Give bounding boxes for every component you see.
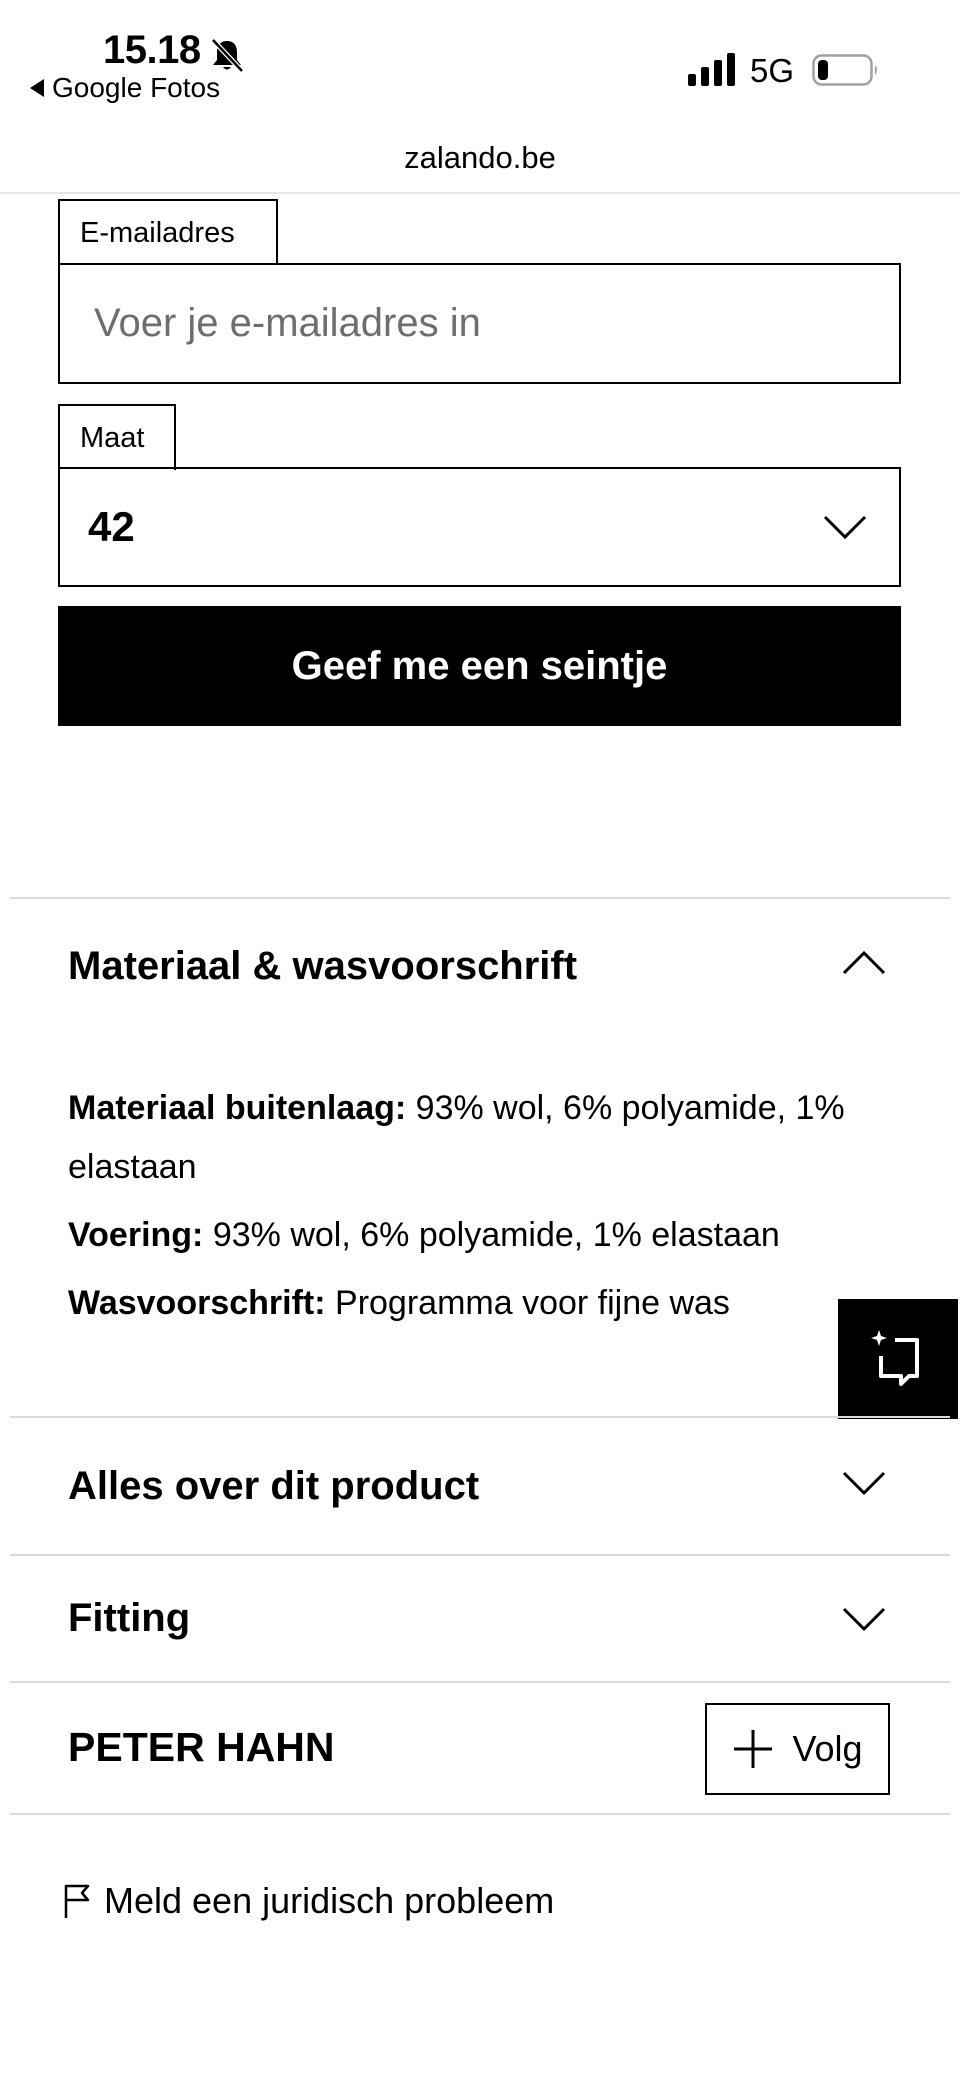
chevron-down-icon xyxy=(842,1471,886,1496)
spec-value: Programma voor fijne was xyxy=(335,1284,730,1322)
network-type: 5G xyxy=(750,52,795,89)
chevron-down-icon xyxy=(842,1607,886,1632)
follow-label: Volg xyxy=(792,1728,863,1769)
size-select[interactable]: 42 xyxy=(58,467,901,587)
url-divider xyxy=(0,192,960,194)
spec-label: Materiaal buitenlaag: xyxy=(68,1089,407,1127)
report-legal-issue-link[interactable]: Meld een juridisch probleem xyxy=(62,1880,554,1922)
spec-outer-material: Materiaal buitenlaag: 93% wol, 6% polyam… xyxy=(68,1079,888,1197)
status-time: 15.18 xyxy=(103,28,201,72)
about-section-title: Alles over dit product xyxy=(68,1464,480,1508)
size-select-value: 42 xyxy=(88,503,135,550)
fitting-section-title: Fitting xyxy=(68,1596,191,1640)
material-section-title: Materiaal & wasvoorschrift xyxy=(68,944,578,988)
browser-url[interactable]: zalando.be xyxy=(0,140,960,176)
chevron-up-icon xyxy=(842,950,886,975)
flag-icon xyxy=(64,1884,90,1918)
email-field-label: E-mailadres xyxy=(58,199,278,265)
plus-icon xyxy=(734,1730,773,1768)
spec-lining: Voering: 93% wol, 6% polyamide, 1% elast… xyxy=(68,1206,888,1265)
bell-muted-icon xyxy=(211,38,244,73)
notify-me-button[interactable]: Geef me een seintje xyxy=(58,606,901,726)
battery-icon xyxy=(812,54,877,86)
fitting-section-header[interactable]: Fitting xyxy=(0,1556,960,1680)
about-section-header[interactable]: Alles over dit product xyxy=(0,1418,960,1554)
email-input[interactable] xyxy=(92,300,899,347)
report-legal-issue-label: Meld een juridisch probleem xyxy=(104,1880,555,1921)
material-section-header[interactable]: Materiaal & wasvoorschrift xyxy=(0,898,960,1034)
cellular-signal-icon xyxy=(688,53,735,86)
back-triangle-icon xyxy=(30,79,44,97)
size-field-label: Maat xyxy=(58,404,176,470)
follow-brand-button[interactable]: Volg xyxy=(705,1703,890,1795)
feedback-sparkle-icon xyxy=(871,1330,919,1386)
section-divider xyxy=(10,1681,950,1683)
email-field[interactable] xyxy=(58,263,901,384)
back-to-app-link[interactable]: Google Fotos xyxy=(30,72,220,104)
chevron-down-icon xyxy=(823,515,867,540)
spec-washing: Wasvoorschrift: Programma voor fijne was xyxy=(68,1274,888,1333)
spec-label: Wasvoorschrift: xyxy=(68,1284,326,1322)
spec-label: Voering: xyxy=(68,1216,204,1254)
spec-value: 93% wol, 6% polyamide, 1% elastaan xyxy=(212,1216,780,1254)
section-divider xyxy=(10,1813,950,1815)
back-app-label: Google Fotos xyxy=(52,72,221,103)
feedback-button[interactable] xyxy=(838,1299,958,1419)
brand-name[interactable]: PETER HAHN xyxy=(68,1724,335,1771)
